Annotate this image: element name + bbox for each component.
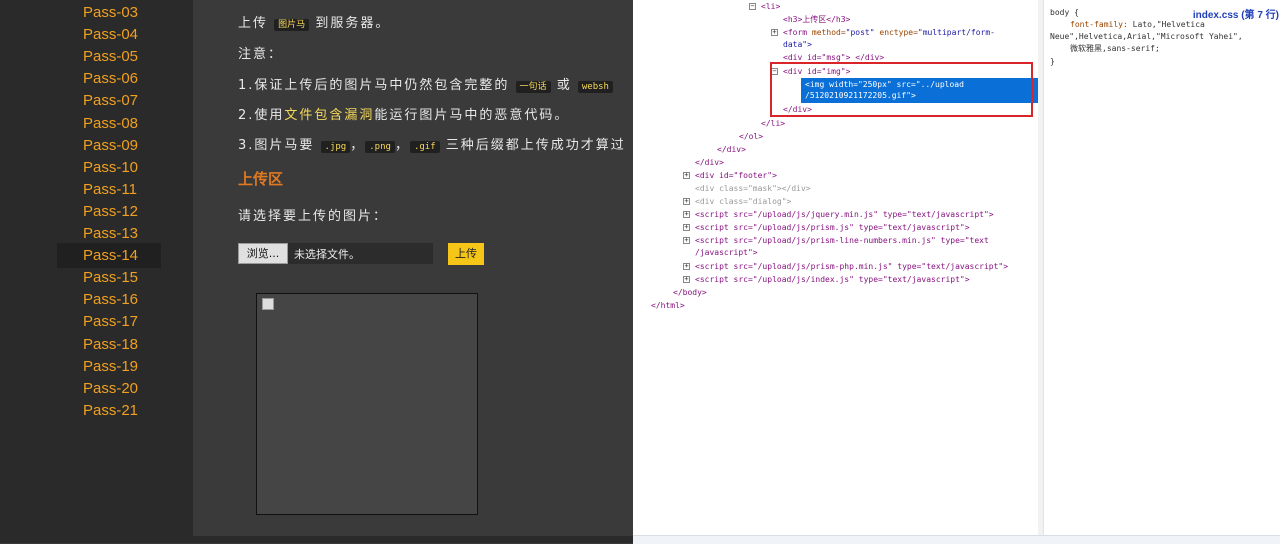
bottom-bar [193, 536, 633, 543]
dom-line[interactable]: <script src="/upload/js/index.js" type="… [695, 275, 970, 285]
dom-line[interactable]: <div id="footer"> [695, 171, 777, 181]
dom-line[interactable]: </li> [761, 119, 785, 129]
code-tag: .gif [409, 141, 440, 153]
code-tag: .jpg [320, 141, 351, 153]
expand-icon[interactable]: + [683, 211, 690, 218]
upload-button[interactable]: 上传 [448, 243, 484, 265]
text: 3.图片马要 [238, 138, 315, 153]
sidebar-item-pass-08[interactable]: Pass-08 [83, 115, 138, 132]
dom-line[interactable]: <h3>上传区</h3> [783, 15, 850, 25]
attr-text: enctype= [879, 28, 918, 37]
css-file-link[interactable]: index.css (第 7 行) [1193, 6, 1279, 21]
devtools-panel: − <li> <h3>上传区</h3> + <form method="post… [633, 0, 1280, 544]
tag-text: <form [783, 28, 808, 37]
attr-text: method= [811, 28, 846, 37]
dom-line[interactable]: <script src="/upload/js/jquery.min.js" t… [695, 210, 994, 220]
text: ， [394, 138, 410, 153]
collapse-icon[interactable]: − [749, 3, 756, 10]
sidebar-item-pass-18[interactable]: Pass-18 [83, 336, 138, 353]
note-item-1: 1.保证上传后的图片马中仍然包含完整的 一句话 或 websh [238, 74, 613, 93]
sidebar-item-pass-03[interactable]: Pass-03 [83, 4, 138, 21]
note-heading: 注意： [238, 47, 284, 62]
css-value-line: 微软雅黑,sans-serif; [1070, 44, 1160, 53]
sidebar-item-pass-07[interactable]: Pass-07 [83, 92, 138, 109]
sidebar-item-pass-17[interactable]: Pass-17 [83, 313, 138, 330]
expand-icon[interactable]: + [683, 172, 690, 179]
text: 上传 [238, 16, 269, 31]
text: 2.使用 [238, 108, 285, 123]
upload-section-title: 上传区 [238, 170, 284, 188]
sidebar-item-pass-19[interactable]: Pass-19 [83, 358, 138, 375]
text: 能运行图片马中的恶意代码。 [374, 108, 570, 123]
sidebar: Pass-03 Pass-04 Pass-05 Pass-06 Pass-07 Pass-… [0, 0, 193, 543]
sidebar-item-pass-14[interactable]: Pass-14 [83, 247, 138, 264]
dom-line[interactable]: </body> [673, 288, 707, 298]
text: 1.保证上传后的图片马中仍然包含完整的 [238, 78, 510, 93]
instruction-line: 上传 图片马 到服务器。 [238, 12, 390, 31]
code-tag: websh [577, 81, 613, 93]
dom-line[interactable]: <div class="dialog"> [695, 197, 791, 207]
broken-image-icon [262, 298, 274, 310]
css-value-line: Neue",Helvetica,Arial,"Microsoft Yahei", [1050, 32, 1243, 41]
sidebar-item-pass-11[interactable]: Pass-11 [83, 181, 137, 198]
value-text: "post" [845, 28, 875, 37]
sidebar-item-pass-06[interactable]: Pass-06 [83, 70, 138, 87]
dom-line[interactable]: </ol> [739, 132, 763, 142]
css-property[interactable]: font-family: Lato,"Helvetica [1070, 20, 1205, 30]
sidebar-item-pass-16[interactable]: Pass-16 [83, 291, 138, 308]
select-image-label: 请选择要上传的图片： [238, 209, 389, 224]
dom-line[interactable]: data"> [783, 40, 812, 50]
css-prop-value: Lato,"Helvetica [1132, 20, 1205, 29]
dom-line[interactable]: /javascript"> [695, 248, 758, 258]
sidebar-item-pass-04[interactable]: Pass-04 [83, 26, 138, 43]
expand-icon[interactable]: + [771, 29, 778, 36]
note-item-2: 2.使用文件包含漏洞能运行图片马中的恶意代码。 [238, 104, 569, 123]
dom-line[interactable]: </div> [717, 145, 746, 155]
expand-icon[interactable]: + [683, 276, 690, 283]
css-rule-close: } [1050, 57, 1055, 66]
code-tag: 图片马 [274, 19, 310, 31]
highlight-box [770, 62, 1033, 117]
image-preview [256, 293, 478, 515]
sidebar-item-pass-12[interactable]: Pass-12 [83, 203, 138, 220]
css-prop-name: font-family: [1070, 20, 1128, 29]
css-rules-pane: index.css (第 7 行) body { font-family: La… [1043, 0, 1280, 535]
dom-line[interactable]: <form method="post" enctype="multipart/f… [783, 28, 995, 38]
sidebar-item-pass-20[interactable]: Pass-20 [83, 380, 138, 397]
text: 或 [556, 78, 572, 93]
dom-line[interactable]: <script src="/upload/js/prism.js" type="… [695, 223, 970, 233]
dom-line[interactable]: <li> [761, 2, 780, 12]
sidebar-item-pass-10[interactable]: Pass-10 [83, 159, 138, 176]
dom-line[interactable]: <div class="mask"></div> [695, 184, 811, 194]
text: ， [350, 138, 366, 153]
sidebar-item-pass-21[interactable]: Pass-21 [83, 402, 138, 419]
expand-icon[interactable]: + [683, 224, 690, 231]
file-input[interactable]: 浏览... 未选择文件。 [238, 243, 433, 264]
value-text: "multipart/form- [917, 28, 995, 37]
code-tag: 一句话 [515, 81, 551, 93]
dom-line[interactable]: </div> [695, 158, 724, 168]
main-content: 上传 图片马 到服务器。 注意： 1.保证上传后的图片马中仍然包含完整的 一句话… [193, 0, 633, 543]
expand-icon[interactable]: + [683, 263, 690, 270]
dom-line[interactable]: <script src="/upload/js/prism-line-numbe… [695, 236, 989, 246]
browse-button[interactable]: 浏览... [238, 243, 288, 264]
dom-line[interactable]: </html> [651, 301, 685, 311]
sidebar-item-pass-15[interactable]: Pass-15 [83, 269, 138, 286]
note-item-3: 3.图片马要 .jpg， .png， .gif 三种后缀都上传成功才算过 [238, 134, 626, 153]
sidebar-item-pass-09[interactable]: Pass-09 [83, 137, 138, 154]
no-file-text: 未选择文件。 [294, 248, 360, 261]
sidebar-item-pass-05[interactable]: Pass-05 [83, 48, 138, 65]
dom-tree[interactable]: − <li> <h3>上传区</h3> + <form method="post… [633, 0, 1038, 535]
text: 到服务器。 [315, 16, 391, 31]
dom-line[interactable]: <script src="/upload/js/prism-php.min.js… [695, 262, 1008, 272]
css-selector[interactable]: body { [1050, 8, 1079, 18]
text: 三种后缀都上传成功才算过 [445, 138, 626, 153]
highlight-text: 文件包含漏洞 [284, 108, 375, 123]
expand-icon[interactable]: + [683, 237, 690, 244]
sidebar-item-pass-13[interactable]: Pass-13 [83, 225, 138, 242]
code-tag: .png [365, 141, 395, 153]
expand-icon[interactable]: + [683, 198, 690, 205]
